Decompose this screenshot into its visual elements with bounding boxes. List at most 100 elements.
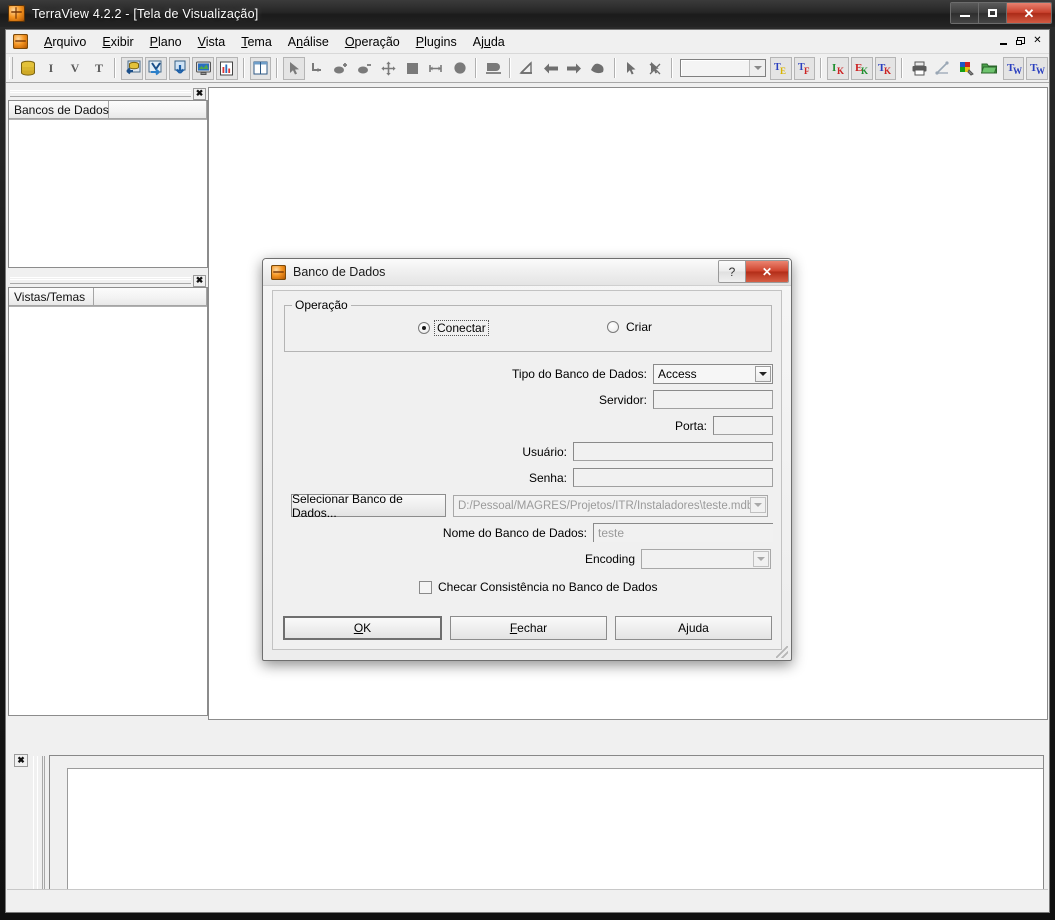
dialog-resize-grip[interactable] bbox=[776, 646, 788, 658]
infolayer-t-icon[interactable]: T bbox=[88, 57, 110, 80]
infolayer-v-icon[interactable]: V bbox=[64, 57, 86, 80]
menu-arquivo[interactable]: Arquivo bbox=[36, 32, 94, 52]
menu-vista[interactable]: Vista bbox=[190, 32, 234, 52]
chevron-down-icon[interactable] bbox=[750, 496, 766, 513]
panel-close-icon[interactable]: ✖ bbox=[193, 87, 206, 100]
title-bar: TerraView 4.2.2 - [Tela de Visualização]… bbox=[0, 0, 1055, 27]
tw-icon-1[interactable]: T W bbox=[1002, 56, 1025, 80]
zoom-in-icon[interactable] bbox=[331, 57, 353, 80]
ik-icon[interactable]: I K bbox=[827, 56, 849, 80]
color-palette-icon[interactable] bbox=[956, 57, 978, 80]
menu-plano[interactable]: Plano bbox=[142, 32, 190, 52]
port-input[interactable] bbox=[713, 416, 773, 435]
tf-text-icon[interactable]: T F bbox=[793, 56, 816, 80]
zoom-extent-icon[interactable] bbox=[401, 57, 423, 80]
export-data-icon[interactable] bbox=[145, 56, 167, 80]
radio-conectar[interactable]: Conectar bbox=[418, 320, 489, 336]
db-name-input[interactable]: teste bbox=[593, 523, 773, 542]
column-header-vistas-temas[interactable]: Vistas/Temas bbox=[9, 288, 94, 306]
import-data-icon[interactable] bbox=[121, 56, 144, 80]
svg-text:I: I bbox=[49, 61, 54, 75]
mdi-minimize-icon[interactable] bbox=[996, 33, 1011, 48]
menu-exibir[interactable]: Exibir bbox=[94, 32, 141, 52]
maximize-button[interactable] bbox=[979, 3, 1007, 23]
panel-titlebar-databases[interactable]: ✖ bbox=[8, 87, 208, 100]
radio-conectar-indicator[interactable] bbox=[418, 322, 430, 334]
deselect-icon[interactable] bbox=[644, 57, 666, 80]
select-db-button[interactable]: Selecionar Banco de Dados... bbox=[291, 492, 446, 520]
chevron-down-icon[interactable] bbox=[755, 366, 771, 382]
select-pointer-icon[interactable] bbox=[621, 57, 643, 80]
dialog-close-button[interactable]: ✕ bbox=[746, 261, 788, 282]
table-columns-icon[interactable] bbox=[249, 56, 272, 80]
encoding-combo[interactable] bbox=[641, 549, 771, 569]
menu-tema[interactable]: Tema bbox=[233, 32, 280, 52]
menu-operacao[interactable]: Operação bbox=[337, 32, 408, 52]
te-text-icon[interactable]: T E bbox=[770, 56, 792, 80]
db-name-row: Nome do Banco de Dados: teste bbox=[273, 523, 773, 542]
zoom-area-icon[interactable] bbox=[307, 57, 329, 80]
dialog-help-button[interactable]: ? bbox=[719, 261, 746, 282]
print-icon[interactable] bbox=[908, 57, 930, 80]
menu-ajuda[interactable]: Ajuda bbox=[465, 32, 513, 52]
column-header-empty[interactable] bbox=[109, 101, 207, 119]
screen-view-icon[interactable] bbox=[192, 56, 214, 80]
ok-button[interactable]: OK bbox=[283, 616, 442, 640]
panel-drag-grip[interactable] bbox=[10, 277, 191, 284]
bottom-panel-drag-grip[interactable] bbox=[33, 756, 45, 906]
close-button[interactable]: ✕ bbox=[1007, 3, 1051, 23]
server-input[interactable] bbox=[653, 390, 773, 409]
views-themes-listview[interactable]: Vistas/Temas bbox=[8, 287, 208, 716]
check-consistency-row[interactable]: Checar Consistência no Banco de Dados bbox=[419, 580, 657, 594]
mdi-restore-icon[interactable] bbox=[1013, 33, 1028, 48]
graph-edit-icon[interactable] bbox=[932, 57, 954, 80]
radio-criar[interactable]: Criar bbox=[607, 320, 655, 334]
application-window: TerraView 4.2.2 - [Tela de Visualização]… bbox=[0, 0, 1055, 920]
tk-icon[interactable]: T K bbox=[874, 56, 897, 80]
tw-icon-2[interactable]: T W bbox=[1026, 56, 1049, 80]
fechar-button[interactable]: Fechar bbox=[450, 616, 607, 640]
chevron-down-icon[interactable] bbox=[753, 551, 769, 567]
infolayer-i-icon[interactable]: I bbox=[41, 57, 63, 80]
menu-plugins[interactable]: Plugins bbox=[408, 32, 465, 52]
chevron-down-icon[interactable] bbox=[749, 60, 766, 76]
column-header-empty[interactable] bbox=[94, 288, 207, 306]
open-folder-icon[interactable] bbox=[979, 57, 1001, 80]
toolbar-grip[interactable] bbox=[9, 57, 13, 79]
mdi-close-icon[interactable]: ✕ bbox=[1030, 33, 1045, 48]
password-input[interactable] bbox=[573, 468, 773, 487]
bottom-panel-white-area[interactable] bbox=[67, 768, 1043, 909]
server-label: Servidor: bbox=[598, 392, 647, 407]
column-header-bancos-de-dados[interactable]: Bancos de Dados bbox=[9, 101, 109, 119]
panel-titlebar-views[interactable]: ✖ bbox=[8, 274, 208, 287]
panel-drag-grip[interactable] bbox=[10, 90, 191, 97]
add-theme-icon[interactable] bbox=[168, 56, 191, 80]
back-arrow-icon[interactable] bbox=[540, 57, 562, 80]
half-shape-icon[interactable] bbox=[482, 57, 504, 80]
database-icon[interactable] bbox=[17, 57, 39, 80]
polygon-shape-icon[interactable] bbox=[587, 57, 609, 80]
pointer-arrow-icon[interactable] bbox=[283, 56, 305, 80]
ajuda-button[interactable]: Aj uda bbox=[615, 616, 772, 640]
theme-combo[interactable] bbox=[679, 59, 767, 77]
databases-listview[interactable]: Bancos de Dados bbox=[8, 100, 208, 268]
db-path-combo[interactable]: D:/Pessoal/MAGRES/Projetos/ITR/Instalado… bbox=[453, 494, 768, 517]
forward-arrow-icon[interactable] bbox=[563, 57, 585, 80]
panel-close-icon[interactable]: ✖ bbox=[193, 274, 206, 287]
terraview-globe-icon bbox=[8, 5, 25, 22]
ek-icon[interactable]: E K bbox=[850, 56, 873, 80]
menu-analise[interactable]: Análise bbox=[280, 32, 337, 52]
zoom-out-icon[interactable] bbox=[354, 57, 376, 80]
chart-grid-icon[interactable] bbox=[216, 56, 238, 80]
bottom-panel-close-icon[interactable]: ✖ bbox=[14, 754, 28, 767]
measure-distance-icon[interactable] bbox=[425, 57, 447, 80]
db-type-combo[interactable]: Access bbox=[653, 364, 773, 384]
zoom-selected-icon[interactable] bbox=[449, 57, 471, 80]
check-consistency-checkbox[interactable] bbox=[419, 580, 432, 594]
minimize-button[interactable] bbox=[951, 3, 979, 23]
draw-line-icon[interactable] bbox=[516, 57, 538, 80]
menu-app-icon[interactable] bbox=[13, 34, 28, 49]
user-input[interactable] bbox=[573, 442, 773, 461]
radio-criar-indicator[interactable] bbox=[607, 321, 619, 333]
pan-icon[interactable] bbox=[378, 57, 400, 80]
